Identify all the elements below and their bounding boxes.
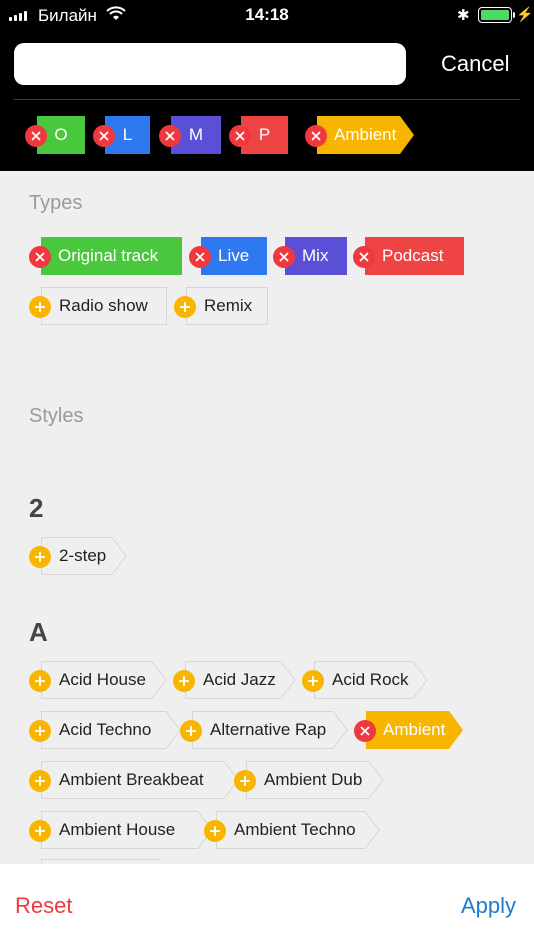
remove-icon[interactable] [353,246,375,268]
add-icon[interactable] [29,770,51,792]
chip-label: Original track [41,237,182,275]
chip-label: Ambient Breakbeat [41,761,223,799]
type-chip[interactable]: Mix [273,237,348,275]
remove-icon[interactable] [229,125,251,147]
bluetooth-icon: ✱ [457,7,470,24]
selected-filter-chip[interactable]: L [93,116,151,154]
chip-label: Remix [186,287,268,325]
header: Билайн 14:18 ✱ ⚡ Cancel O L M P Ambient [0,0,534,171]
remove-icon[interactable] [354,720,376,742]
chip-label: Acid Jazz [185,661,280,699]
section-letter: 2 [29,493,44,523]
add-icon[interactable] [174,296,196,318]
chip-label: Ambient [366,711,450,749]
type-chip[interactable]: Podcast [353,237,465,275]
chip-label: Ambient [317,116,401,154]
style-chip[interactable]: 2-step [29,537,128,575]
type-chip[interactable]: Original track [29,237,183,275]
chip-arrow [280,661,296,699]
add-icon[interactable] [234,770,256,792]
remove-icon[interactable] [93,125,115,147]
selected-filter-chip[interactable]: M [159,116,222,154]
type-chip[interactable]: Live [189,237,268,275]
style-chip[interactable]: Ambient Techno [204,811,381,849]
selected-filter-chip[interactable]: O [25,116,86,154]
styles-heading: Styles [29,405,84,427]
style-chip[interactable]: Ambient Dub [234,761,385,799]
style-chip[interactable]: Ambient House [29,811,214,849]
remove-icon[interactable] [189,246,211,268]
chip-label: Acid Techno [41,711,165,749]
remove-icon[interactable] [25,125,47,147]
chip-label: 2-step [41,537,111,575]
chip-arrow [111,537,127,575]
chip-arrow [412,661,428,699]
selected-filter-chip[interactable]: Ambient [305,116,415,154]
remove-icon[interactable] [159,125,181,147]
chip-arrow [449,711,464,749]
style-chip[interactable]: Alternative Rap [180,711,349,749]
chip-label: Ambient Dub [246,761,368,799]
add-icon[interactable] [204,820,226,842]
battery-icon [478,7,515,23]
style-chip[interactable]: Acid Techno [29,711,182,749]
chip-arrow [332,711,348,749]
apply-button[interactable]: Apply [461,893,516,919]
add-icon[interactable] [180,720,202,742]
add-icon[interactable] [29,720,51,742]
add-icon[interactable] [173,670,195,692]
chip-arrow [364,811,380,849]
chip-label: Ambient Techno [216,811,364,849]
add-icon[interactable] [29,546,51,568]
add-icon[interactable] [302,670,324,692]
remove-icon[interactable] [29,246,51,268]
chip-label: Radio show [41,287,167,325]
status-time: 14:18 [245,5,289,24]
chip-arrow [151,661,167,699]
divider [14,99,520,100]
chip-label: Acid House [41,661,151,699]
add-icon[interactable] [29,820,51,842]
add-icon[interactable] [29,670,51,692]
bottom-toolbar: Reset Apply [0,864,534,950]
type-chip[interactable]: Remix [174,287,269,325]
chip-arrow [368,761,384,799]
chip-label: Ambient House [41,811,197,849]
add-icon[interactable] [29,296,51,318]
cancel-button[interactable]: Cancel [441,51,509,77]
reset-button[interactable]: Reset [15,893,72,919]
selected-filter-chip[interactable]: P [229,116,289,154]
style-chip[interactable]: Ambient [354,711,464,749]
section-letter: A [29,617,48,647]
style-chip[interactable]: Acid Rock [302,661,429,699]
charging-icon: ⚡ [516,6,534,22]
chip-label: Acid Rock [314,661,412,699]
remove-icon[interactable] [273,246,295,268]
style-chip[interactable]: Acid House [29,661,168,699]
type-chip[interactable]: Radio show [29,287,168,325]
style-chip[interactable]: Acid Jazz [173,661,297,699]
remove-icon[interactable] [305,125,327,147]
search-input[interactable] [14,43,406,85]
chip-arrow [400,116,415,154]
style-chip[interactable]: Ambient Breakbeat [29,761,240,799]
chip-arrow [165,711,181,749]
types-heading: Types [29,192,83,214]
chip-label: Podcast [365,237,464,275]
chip-label: Alternative Rap [192,711,332,749]
status-bar: Билайн 14:18 ✱ ⚡ [0,0,534,32]
